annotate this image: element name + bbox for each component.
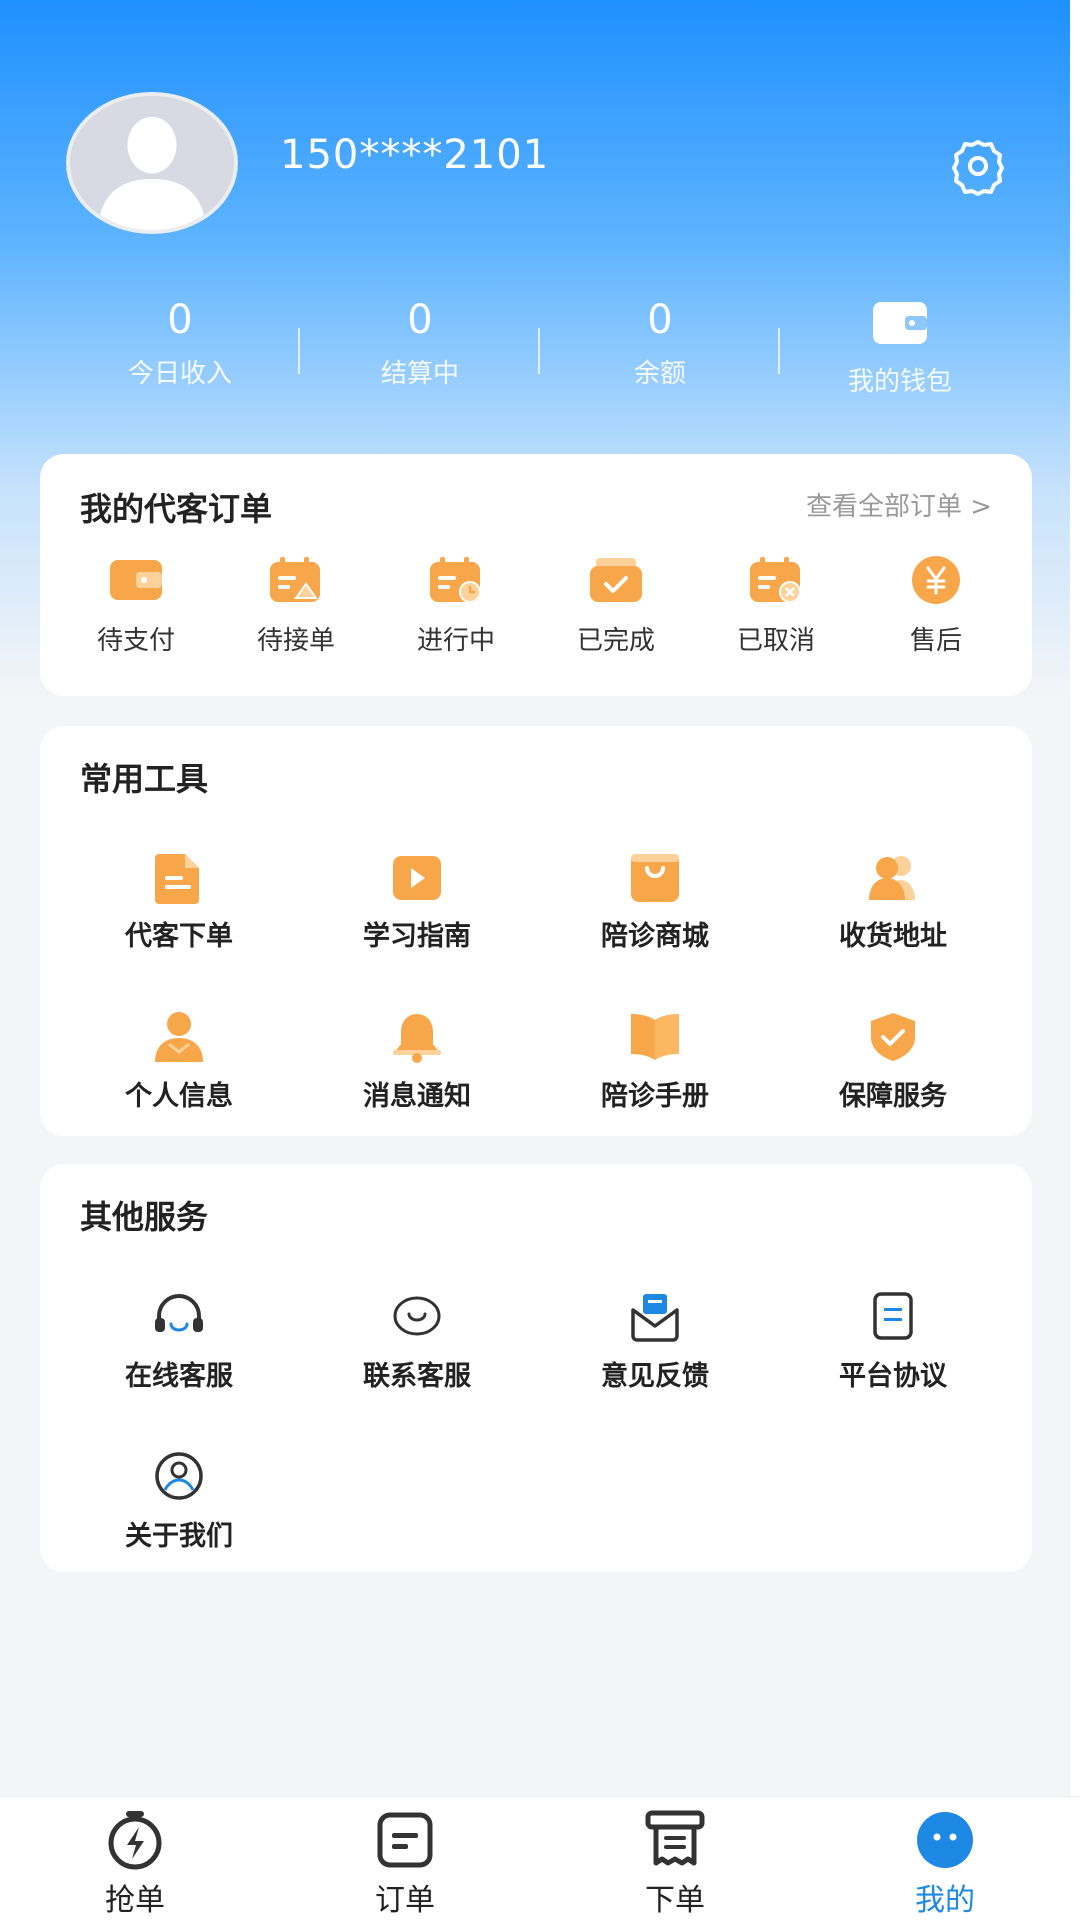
services-title: 其他服务 [80,1198,209,1236]
bottom-tab-bar: 抢单 订单 下单 我的 [0,1796,1080,1921]
tool-shipping-address[interactable]: 收货地址 [774,850,1012,1010]
stat-label: 余额 [633,359,686,389]
tab-label: 我的 [915,1883,975,1918]
stats-bar: 0 今日收入 0 结算中 0 余额 我的钱包 [60,292,1020,412]
avatar[interactable] [66,92,238,234]
order-status-pending-payment[interactable]: 待支付 [56,554,216,657]
order-status-label: 售后 [909,626,962,656]
tab-orders[interactable]: 订单 [270,1797,540,1921]
view-all-orders-link[interactable]: 查看全部订单 > [806,486,992,523]
tab-place-order[interactable]: 下单 [540,1797,810,1921]
tool-label: 学习指南 [363,921,471,952]
tool-escort-mall[interactable]: 陪诊商城 [536,850,774,1010]
agreement-icon [873,1292,913,1340]
phone-number: 150****2101 [280,132,550,178]
headset-icon [155,1294,203,1332]
orders-card: 我的代客订单 查看全部订单 > 待支付 待接单 进行中 已完成 已取消 售后 [40,454,1032,696]
settings-gear-icon[interactable] [948,136,1008,196]
order-status-completed[interactable]: 已完成 [536,554,696,657]
wallet-icon [110,560,162,600]
stat-value: 0 [647,297,673,343]
chat-icon [393,1296,441,1336]
service-contact-support[interactable]: 联系客服 [298,1290,536,1450]
order-status-row: 待支付 待接单 进行中 已完成 已取消 售后 [56,554,1016,657]
service-platform-agreement[interactable]: 平台协议 [774,1290,1012,1450]
tool-proxy-order[interactable]: 代客下单 [60,850,298,1010]
order-status-after-sales[interactable]: 售后 [856,554,1016,657]
service-about-us[interactable]: 关于我们 [60,1450,298,1610]
service-label: 在线客服 [125,1361,233,1392]
mail-icon [631,1294,679,1342]
service-online-support[interactable]: 在线客服 [60,1290,298,1450]
tool-notifications[interactable]: 消息通知 [298,1010,536,1170]
shopping-bag-icon [631,854,679,902]
orders-title: 我的代客订单 [80,490,273,528]
tool-label: 收货地址 [839,921,947,952]
service-label: 关于我们 [125,1521,233,1552]
tool-protection-service[interactable]: 保障服务 [774,1010,1012,1170]
yen-icon [912,556,960,604]
users-icon [869,856,915,900]
place-order-icon [645,1810,705,1866]
tab-mine[interactable]: 我的 [810,1797,1080,1921]
tool-personal-info[interactable]: 个人信息 [60,1010,298,1170]
tool-label: 个人信息 [125,1081,233,1112]
profile-face-icon [917,1812,973,1868]
order-status-in-progress[interactable]: 进行中 [376,554,536,657]
book-icon [631,1014,679,1060]
about-icon [155,1452,203,1500]
order-status-cancelled[interactable]: 已取消 [696,554,856,657]
tool-label: 消息通知 [363,1081,471,1112]
document-icon [155,854,199,904]
in-progress-icon [430,557,481,603]
tab-label: 下单 [645,1883,705,1918]
stat-today-income[interactable]: 0 今日收入 [60,292,300,412]
tool-label: 陪诊商城 [601,921,709,952]
shield-icon [871,1013,915,1061]
tool-label: 保障服务 [839,1081,947,1112]
service-label: 意见反馈 [601,1361,709,1392]
service-label: 联系客服 [363,1361,471,1392]
tab-label: 抢单 [105,1883,165,1918]
stopwatch-bolt-icon [108,1811,162,1870]
tool-escort-manual[interactable]: 陪诊手册 [536,1010,774,1170]
stat-label: 结算中 [380,359,459,389]
right-edge-strip [1070,0,1080,1920]
stat-label: 今日收入 [127,359,232,389]
tool-label: 代客下单 [125,921,233,952]
tools-title: 常用工具 [80,760,209,798]
order-status-label: 待接单 [256,626,335,656]
order-status-label: 已取消 [736,626,815,656]
bell-icon [393,1014,441,1063]
order-list-icon [377,1812,433,1868]
stat-balance[interactable]: 0 余额 [540,292,780,412]
cancelled-icon [750,557,801,603]
wallet-icon [873,302,927,344]
service-feedback[interactable]: 意见反馈 [536,1290,774,1450]
tools-card: 常用工具 代客下单 学习指南 陪诊商城 收货地址 个人信息 消息通知 陪诊手册 … [40,726,1032,1136]
tool-label: 陪诊手册 [601,1081,709,1112]
service-label: 平台协议 [839,1361,947,1392]
avatar-silhouette-icon [70,96,234,230]
tab-label: 订单 [375,1883,435,1918]
order-status-label: 待支付 [96,626,175,656]
stat-value: 0 [167,297,193,343]
stat-settling[interactable]: 0 结算中 [300,292,540,412]
tab-grab-order[interactable]: 抢单 [0,1797,270,1921]
tools-grid: 代客下单 学习指南 陪诊商城 收货地址 个人信息 消息通知 陪诊手册 保障服务 [60,850,1012,1170]
order-status-awaiting-acceptance[interactable]: 待接单 [216,554,376,657]
services-grid: 在线客服 联系客服 意见反馈 平台协议 关于我们 [60,1290,1012,1610]
my-wallet-button[interactable]: 我的钱包 [780,292,1020,412]
stat-value: 0 [407,297,433,343]
completed-icon [590,558,642,602]
tool-learning-guide[interactable]: 学习指南 [298,850,536,1010]
order-status-label: 进行中 [416,626,495,656]
order-status-label: 已完成 [576,626,655,656]
play-icon [393,856,441,900]
wallet-label: 我的钱包 [847,367,952,397]
services-card: 其他服务 在线客服 联系客服 意见反馈 平台协议 关于我们 [40,1164,1032,1572]
pending-order-icon [270,557,320,602]
person-icon [155,1012,203,1062]
